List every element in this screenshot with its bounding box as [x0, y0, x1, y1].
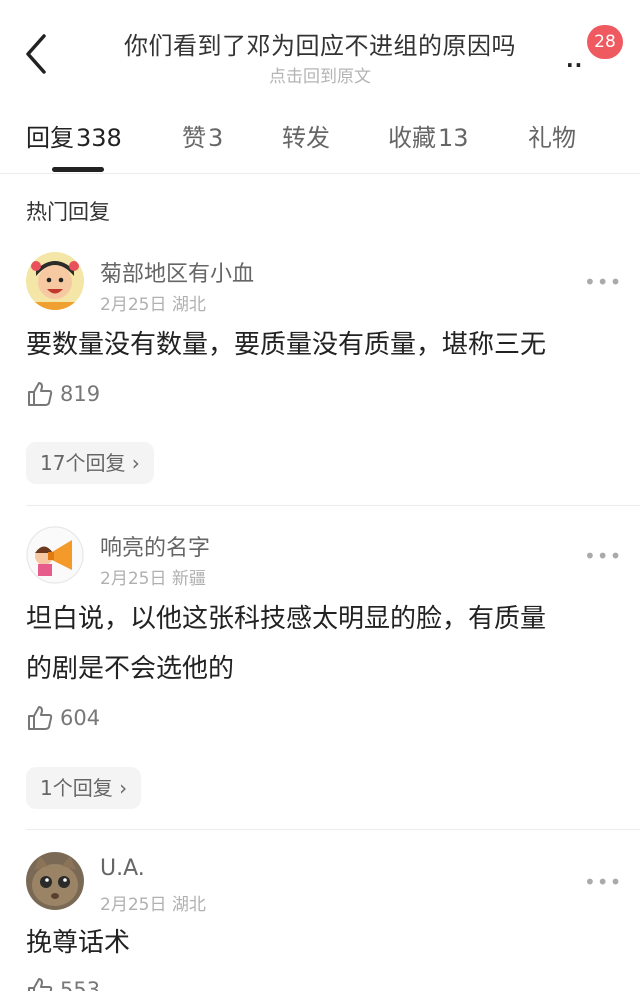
post-title[interactable]: 你们看到了邓为回应不进组的原因吗 [90, 26, 550, 61]
comment-text-line: 挽尊话术 [26, 928, 131, 958]
comment-more-button[interactable]: ••• [584, 270, 622, 294]
avatar[interactable] [26, 526, 84, 584]
tab-label: 礼物 [528, 124, 576, 152]
comment-meta: 2月25日 新疆 [100, 564, 206, 589]
view-replies-button[interactable]: 17个回复 › [26, 442, 154, 484]
divider [26, 505, 640, 506]
back-button[interactable] [18, 30, 54, 78]
more-options-button[interactable]: .. [566, 48, 583, 72]
like-count: 819 [60, 382, 101, 406]
tab-bar: 回复338 赞3 转发 收藏13 礼物 [0, 100, 640, 174]
comment-location: 湖北 [171, 895, 206, 915]
tab-label: 回复 [26, 124, 74, 152]
thumbs-up-icon [28, 978, 53, 991]
username[interactable]: 菊部地区有小血 [100, 256, 254, 288]
comment-more-button[interactable]: ••• [584, 544, 622, 568]
comment-location: 湖北 [171, 295, 206, 315]
chevron-left-icon [26, 34, 46, 74]
comment-text: 坦白说，以他这张科技感太明显的脸，有质量 的剧是不会选他的 [26, 598, 616, 690]
like-count: 553 [60, 978, 101, 991]
thumbs-up-icon [28, 382, 53, 406]
like-button[interactable]: 819 [26, 380, 100, 408]
tab-label: 赞 [182, 124, 206, 152]
thumbs-up-icon [28, 706, 53, 730]
tab-count: 13 [438, 124, 469, 152]
comment-more-button[interactable]: ••• [584, 870, 622, 894]
top-bar: 你们看到了邓为回应不进组的原因吗 点击回到原文 .. 28 [0, 0, 640, 92]
comment-text-line: 坦白说，以他这张科技感太明显的脸，有质量 [26, 604, 547, 634]
avatar[interactable] [26, 852, 84, 910]
like-button[interactable]: 553 [26, 976, 100, 991]
username[interactable]: 响亮的名字 [100, 530, 210, 562]
comment-location: 新疆 [171, 569, 206, 589]
like-count: 604 [60, 706, 101, 730]
tab-replies[interactable]: 回复338 [26, 118, 122, 153]
notification-badge[interactable]: 28 [587, 25, 623, 59]
comment-text-line: 要数量没有数量，要质量没有质量，堪称三无 [26, 330, 547, 360]
comment-date: 2月25日 [100, 295, 167, 315]
tab-count: 338 [76, 124, 122, 152]
like-button[interactable]: 604 [26, 704, 100, 732]
comment-meta: 2月25日 湖北 [100, 890, 206, 915]
comment-text-line: 的剧是不会选他的 [26, 654, 235, 684]
active-tab-indicator [52, 167, 104, 172]
tab-label: 收藏 [388, 124, 436, 152]
tab-label: 转发 [282, 124, 330, 152]
view-replies-button[interactable]: 1个回复 › [26, 767, 142, 809]
tab-likes[interactable]: 赞3 [182, 118, 223, 153]
comment-text: 挽尊话术 [26, 922, 616, 964]
tab-count: 3 [208, 124, 224, 152]
divider [26, 829, 640, 830]
tab-reposts[interactable]: 转发 [282, 118, 332, 153]
hot-replies-heading: 热门回复 [26, 200, 110, 224]
username[interactable]: U.A. [100, 856, 145, 881]
avatar[interactable] [26, 252, 84, 310]
tab-gifts[interactable]: 礼物 [528, 118, 578, 153]
comment-date: 2月25日 [100, 895, 167, 915]
back-to-original-link[interactable]: 点击回到原文 [90, 62, 550, 87]
tab-favorites[interactable]: 收藏13 [388, 118, 469, 153]
comment-date: 2月25日 [100, 569, 167, 589]
comment-text: 要数量没有数量，要质量没有质量，堪称三无 [26, 324, 616, 366]
comment-meta: 2月25日 湖北 [100, 290, 206, 315]
